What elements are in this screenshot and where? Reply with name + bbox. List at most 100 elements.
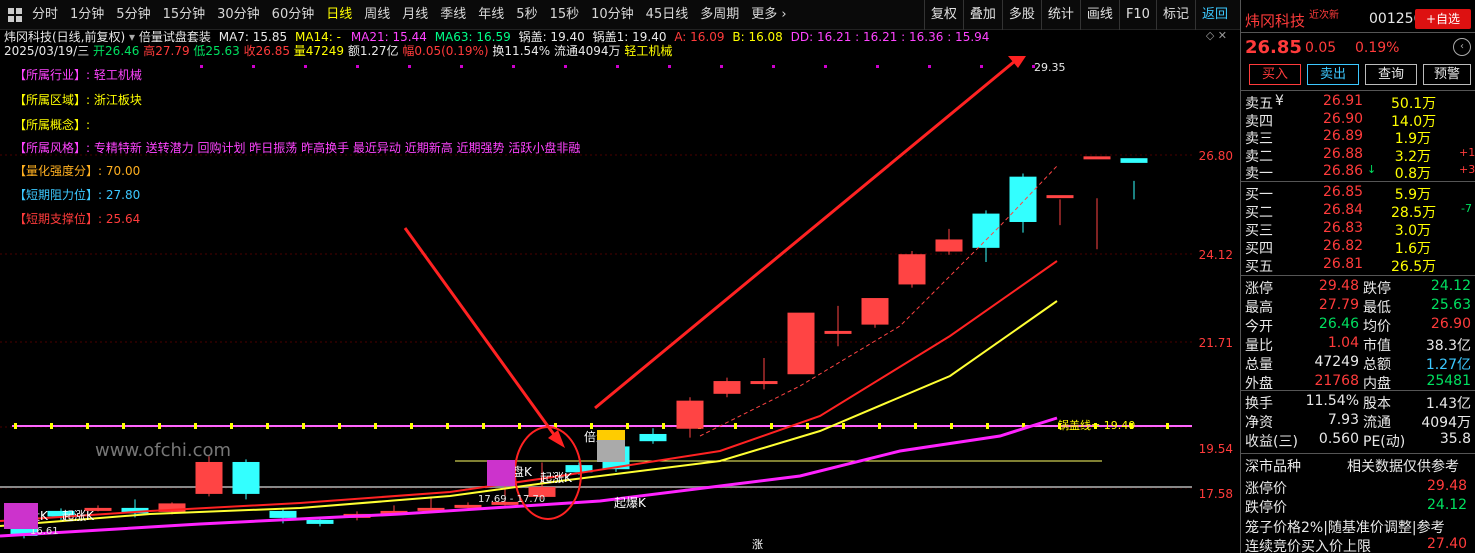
period-tab[interactable]: 月线 (396, 0, 434, 30)
period-tab[interactable]: 分时 (26, 0, 64, 30)
query-button[interactable]: 查询 (1365, 64, 1417, 85)
grid-menu-icon[interactable] (4, 6, 26, 24)
guogai-dot (302, 423, 305, 429)
label-style: 【所属风格】: 专精特新 送转潜力 回购计划 昨日振荡 昨高换手 最近异动 近期… (14, 141, 581, 155)
marker-dot (304, 65, 307, 68)
guogai-dot (662, 423, 665, 429)
candle-body (306, 519, 334, 524)
stat-key: 净资 (1245, 415, 1273, 431)
period-tab[interactable]: 10分钟 (585, 0, 640, 30)
bid-label: 买二 (1245, 205, 1273, 221)
ask-change: +3 (1459, 163, 1475, 176)
period-tab[interactable]: 45日线 (640, 0, 695, 30)
limit-down-label: 跌停价 (1245, 500, 1287, 516)
quote-panel: 炜冈科技 近次新 001256 +自选 26.85 0.05 0.19% ‹ 买… (1240, 0, 1475, 553)
label-concept: 【所属概念】: (14, 118, 91, 132)
stat-value: 25.63 (1430, 297, 1471, 313)
marker-dot (200, 65, 203, 68)
annotation-label: 起爆K (614, 496, 647, 510)
candle-body (787, 312, 815, 375)
guogai-dot (1166, 423, 1169, 429)
toolbar-button[interactable]: 叠加 (962, 0, 1002, 30)
guogai-dot (590, 423, 593, 429)
marker-dot (408, 65, 411, 68)
period-tab[interactable]: 15分钟 (157, 0, 212, 30)
stat-key: 换手 (1245, 396, 1273, 412)
bid-volume: 26.5万 (1391, 259, 1437, 275)
stock-tag: 近次新 (1309, 10, 1339, 21)
stat-key: 收益(三) (1245, 434, 1298, 450)
y-tick: 19.54 (1198, 442, 1233, 456)
period-tab[interactable]: 季线 (434, 0, 472, 30)
guogai-dot (950, 423, 953, 429)
ask-change: +1 (1459, 145, 1475, 159)
guogai-label: 锅盖线= 19.40 (1058, 418, 1135, 432)
marker-dot (616, 65, 619, 68)
candle-body (750, 381, 778, 385)
toolbar-button[interactable]: 多股 (1001, 0, 1041, 30)
stat-key: 最高 (1245, 300, 1273, 316)
bid-label: 买三 (1245, 223, 1273, 239)
stat-value: 38.3亿 (1425, 338, 1471, 354)
bid-price: 26.81 (1323, 256, 1364, 272)
stat-value: 0.560 (1318, 431, 1359, 447)
market-note: 相关数据仅供参考 (1347, 459, 1459, 475)
guogai-dot (986, 423, 989, 429)
period-tab[interactable]: 60分钟 (266, 0, 321, 30)
bid-label: 买五 (1245, 259, 1273, 275)
label-resistance: 【短期阻力位】: 27.80 (14, 188, 141, 202)
toolbar-button[interactable]: F10 (1118, 0, 1156, 30)
sell-button[interactable]: 卖出 (1307, 64, 1359, 85)
collapse-icon[interactable]: ‹ (1453, 38, 1471, 56)
period-tab[interactable]: 1分钟 (64, 0, 110, 30)
bottom-mark: 涨 (752, 538, 763, 551)
buy-button[interactable]: 买入 (1249, 64, 1301, 85)
stat-value: 47249 (1314, 354, 1359, 370)
stat-key: 均价 (1363, 319, 1391, 335)
guogai-dot (446, 423, 449, 429)
period-tab[interactable]: 15秒 (544, 0, 586, 30)
marker-dot (460, 65, 463, 68)
marker-dot (512, 65, 515, 68)
bid-price: 26.84 (1323, 202, 1364, 218)
marker-dot (668, 65, 671, 68)
toolbar-button[interactable]: 画线 (1079, 0, 1119, 30)
stat-key: PE(动) (1363, 434, 1406, 450)
toolbar-button[interactable]: 统计 (1040, 0, 1080, 30)
label-region: 【所属区域】: 浙江板块 (14, 93, 142, 107)
alert-button[interactable]: 预警 (1423, 64, 1471, 85)
guogai-dot (878, 423, 881, 429)
kline-chart[interactable]: 29.35锅盖线= 19.4017.69 - 17.7016.61www.ofc… (0, 56, 1240, 553)
period-tab[interactable]: 更多 › (745, 0, 792, 30)
stat-key: 量比 (1245, 338, 1273, 354)
candle-body (713, 381, 741, 394)
period-tab[interactable]: 5秒 (510, 0, 543, 30)
period-tab[interactable]: 5分钟 (110, 0, 156, 30)
stat-value: 26.90 (1430, 316, 1471, 332)
stat-value: 4094万 (1421, 415, 1471, 431)
ma-line-red (0, 260, 1058, 522)
add-favorite-button[interactable]: +自选 (1415, 9, 1471, 29)
toolbar-button[interactable]: 复权 (923, 0, 963, 30)
stat-value: 1.43亿 (1425, 396, 1471, 412)
period-tab[interactable]: 多周期 (694, 0, 745, 30)
last-price: 26.85 (1245, 37, 1302, 58)
dd-value: DD: 16.21 : 16.21 : 16.36 : 15.94 (790, 30, 990, 44)
ask-volume: 0.8万 (1394, 166, 1431, 182)
toolbar-button[interactable]: 标记 (1155, 0, 1195, 30)
stat-value: 27.79 (1318, 297, 1359, 313)
toolbar-button[interactable]: 返回 (1194, 0, 1234, 30)
period-tab[interactable]: 日线 (320, 0, 358, 30)
period-tab[interactable]: 30分钟 (211, 0, 266, 30)
guogai-dot (230, 423, 233, 429)
stat-value: 1.04 (1327, 335, 1359, 351)
bid-volume: 1.6万 (1394, 241, 1431, 257)
period-tab[interactable]: 周线 (358, 0, 396, 30)
settings-icon[interactable]: ◇ ✕ (1206, 29, 1227, 42)
b-value: B: 16.08 (732, 30, 783, 44)
stock-name: 炜冈科技 (1245, 12, 1306, 30)
marker-dot (876, 65, 879, 68)
candle-body (676, 400, 704, 429)
cage-price-label: 笼子价格2%|随基准价调整|参考 (1245, 520, 1445, 536)
period-tab[interactable]: 年线 (472, 0, 510, 30)
